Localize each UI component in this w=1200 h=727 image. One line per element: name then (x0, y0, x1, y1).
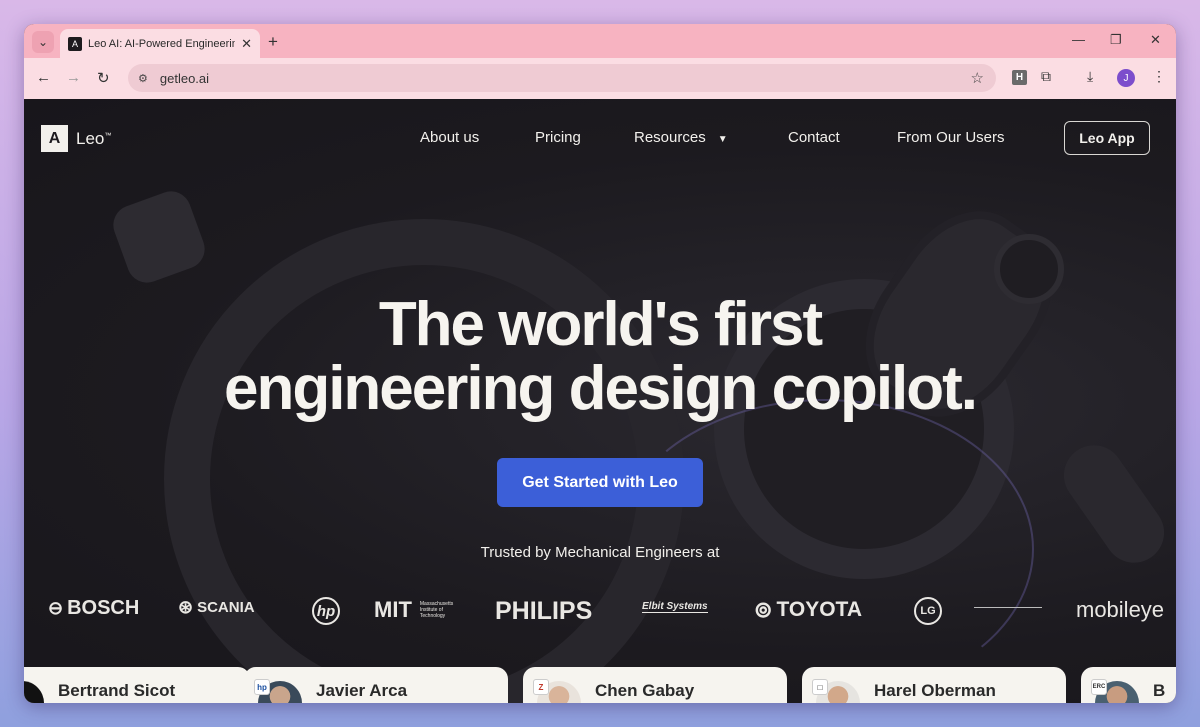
avatar: hp (254, 679, 302, 703)
trusted-by-text: Trusted by Mechanical Engineers at (480, 544, 720, 561)
close-window-icon[interactable]: ✕ (1150, 32, 1161, 48)
chevron-down-icon: ⌄ (37, 35, 49, 49)
leo-app-button[interactable]: Leo App (1064, 121, 1150, 155)
company-badge-icon: □ (812, 679, 828, 695)
hp-logo: hp (312, 597, 340, 625)
mit-logo: MIT Massachusetts Institute of Technology (374, 597, 460, 623)
address-bar[interactable]: ⚙ getleo.ai ☆ (128, 64, 996, 92)
lg-logo: LG (914, 597, 942, 625)
avatar: □ (812, 679, 860, 703)
testimonial-card[interactable]: □ Harel Oberman Industrial & Product Des… (802, 667, 1066, 703)
avatar: ERC (1091, 679, 1139, 703)
aerospace-logo (974, 607, 1042, 608)
leo-logo-icon: A (41, 125, 68, 152)
mit-subtitle: Massachusetts Institute of Technology (419, 601, 454, 619)
site-info-icon[interactable]: ⚙ (138, 72, 148, 85)
avatar (24, 681, 44, 703)
lg-text: LG (914, 597, 942, 625)
browser-tab[interactable]: A Leo AI: AI-Powered Engineering ✕ (60, 29, 260, 58)
extension-h-icon[interactable]: H (1012, 70, 1027, 85)
testimonial-card[interactable]: ERC B A (1081, 667, 1176, 703)
new-tab-button[interactable]: + (268, 32, 278, 52)
testimonial-name: Chen Gabay (595, 681, 695, 700)
testimonial-name: Harel Oberman (874, 681, 996, 700)
testimonial-name: Bertrand Sicot (58, 681, 176, 700)
get-started-button[interactable]: Get Started with Leo (497, 458, 703, 507)
caret-down-icon: ▼ (717, 134, 728, 145)
browser-window: ⌄ A Leo AI: AI-Powered Engineering ✕ + —… (24, 24, 1176, 703)
restore-icon[interactable]: ❐ (1110, 32, 1122, 48)
company-badge-icon: ERC (1091, 679, 1107, 695)
tab-close-icon[interactable]: ✕ (241, 36, 252, 52)
tab-title: Leo AI: AI-Powered Engineering (88, 37, 236, 50)
extensions-puzzle-icon[interactable]: ⧉ (1041, 68, 1051, 85)
philips-logo: PHILIPS (495, 597, 593, 625)
logo-text: Leo (76, 128, 105, 148)
testimonial-card[interactable]: hp Javier Arca Head of Mechanical Design (244, 667, 508, 703)
nav-resources-label: Resources (634, 129, 706, 146)
bosch-text: BOSCH (67, 597, 140, 619)
toyota-text: TOYOTA (776, 598, 862, 621)
toyota-emblem-icon: ⊚ (754, 597, 773, 622)
webpage: A Leo™ About us Pricing Resources ▼ Conta… (24, 99, 1176, 703)
url-text[interactable]: getleo.ai (160, 71, 209, 86)
nav-about[interactable]: About us (420, 129, 479, 146)
more-menu-icon[interactable]: ⋮ (1152, 68, 1166, 85)
tab-strip: ⌄ A Leo AI: AI-Powered Engineering ✕ + —… (24, 24, 1176, 58)
aerospace-mark-icon (974, 607, 1042, 608)
profile-avatar[interactable]: J (1117, 69, 1135, 87)
elbit-logo: Elbit Systems (642, 601, 708, 613)
testimonial-card[interactable]: Bertrand Sicot Deputy CEO (24, 667, 250, 703)
browser-toolbar: ← → ↻ ⚙ getleo.ai ☆ H ⧉ ⤓ J ⋮ (24, 58, 1176, 99)
back-arrow-icon[interactable]: ← (36, 69, 51, 86)
site-nav: A Leo™ About us Pricing Resources ▼ Conta… (24, 99, 1176, 177)
minimize-icon[interactable]: — (1072, 32, 1085, 47)
hero-title-line1: The world's first (378, 290, 823, 359)
bosch-mark-icon: ⊖ (48, 598, 64, 618)
tab-search-button[interactable]: ⌄ (32, 31, 54, 53)
hp-text: hp (312, 597, 340, 625)
testimonial-name: B (1153, 681, 1166, 700)
nav-from-users[interactable]: From Our Users (897, 129, 1005, 146)
nav-contact[interactable]: Contact (788, 129, 840, 146)
mobileye-logo: mobileye (1076, 597, 1165, 622)
scania-text: SCANIA (197, 599, 255, 616)
company-badge-icon: hp (254, 679, 270, 695)
testimonial-card[interactable]: Z Chen Gabay Senior Mechanical Engineer (523, 667, 787, 703)
company-badge-icon: Z (533, 679, 549, 695)
avatar: Z (533, 679, 581, 703)
leo-logo[interactable]: A Leo™ (41, 125, 111, 152)
scania-logo: ⊛ SCANIA (178, 597, 255, 618)
forward-arrow-icon[interactable]: → (66, 69, 81, 86)
bookmark-star-icon[interactable]: ☆ (971, 69, 984, 87)
toyota-logo: ⊚ TOYOTA (754, 597, 862, 623)
nav-pricing[interactable]: Pricing (535, 129, 581, 146)
trademark: ™ (104, 131, 112, 139)
nav-resources[interactable]: Resources ▼ (634, 129, 728, 146)
download-icon[interactable]: ⤓ (1087, 68, 1093, 85)
testimonial-name: Javier Arca (316, 681, 408, 700)
mit-text: MIT (374, 597, 412, 622)
scania-griffin-icon: ⊛ (178, 597, 194, 617)
reload-icon[interactable]: ↻ (97, 69, 110, 87)
decorative-block (107, 185, 211, 289)
brand-logos: ⊖ BOSCH ⊛ SCANIA hp MIT Massachusetts Insti… (24, 591, 1176, 627)
leo-favicon-icon: A (68, 36, 82, 51)
bosch-logo: ⊖ BOSCH (48, 597, 139, 620)
hero-title-line2: engineering design copilot. (223, 354, 978, 423)
